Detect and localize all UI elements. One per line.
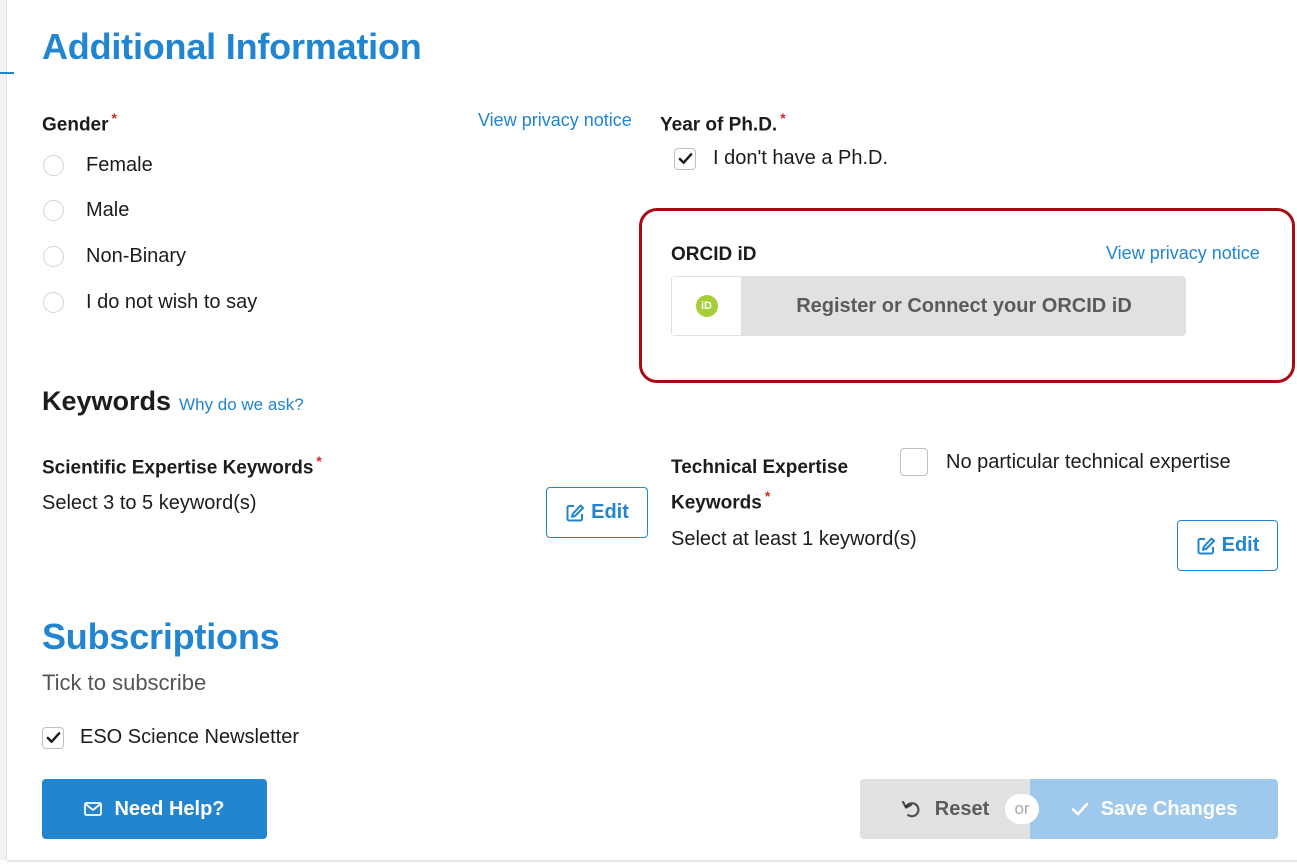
radio-label: I do not wish to say: [86, 291, 258, 313]
checkbox-box[interactable]: [674, 147, 696, 170]
phd-year-label: Year of Ph.D. *: [660, 110, 786, 136]
checkbox-box[interactable]: [42, 726, 64, 749]
radio-button[interactable]: [43, 246, 64, 267]
required-marker: *: [316, 453, 322, 469]
no-phd-label: I don't have a Ph.D.: [713, 147, 889, 169]
need-help-label: Need Help?: [114, 797, 225, 820]
edit-label: Edit: [1221, 534, 1260, 556]
gender-option-female[interactable]: Female: [43, 154, 153, 177]
orcid-icon-container: iD: [671, 276, 742, 336]
keywords-why-link[interactable]: Why do we ask?: [179, 395, 304, 415]
orcid-connect-label: Register or Connect your ORCID iD: [796, 294, 1132, 317]
scientific-keywords-edit-button[interactable]: Edit: [546, 487, 648, 538]
scientific-keywords-label-text: Scientific Expertise Keywords: [42, 457, 314, 479]
left-panel-accent: [0, 72, 14, 74]
technical-keywords-label: Technical Expertise Keywords *: [671, 453, 848, 517]
section-title-subscriptions: Subscriptions: [42, 616, 280, 657]
newsletter-label: ESO Science Newsletter: [80, 726, 299, 748]
no-technical-expertise-checkbox[interactable]: No particular technical expertise: [900, 448, 1231, 476]
reset-label: Reset: [934, 797, 990, 820]
need-help-button[interactable]: Need Help?: [42, 779, 267, 839]
phd-year-label-text: Year of Ph.D.: [660, 114, 778, 136]
left-panel-edge: [0, 0, 7, 860]
form-actions-group: Reset Save Changes: [860, 779, 1278, 839]
required-marker: *: [764, 488, 771, 504]
radio-label: Non-Binary: [86, 245, 187, 267]
or-separator: or: [1005, 794, 1039, 824]
no-technical-expertise-label: No particular technical expertise: [946, 450, 1231, 473]
scientific-keywords-hint: Select 3 to 5 keyword(s): [42, 492, 257, 514]
gender-option-non-binary[interactable]: Non-Binary: [43, 245, 186, 268]
orcid-label: ORCID iD: [671, 244, 757, 265]
keywords-heading: Keywords Why do we ask?: [42, 386, 304, 417]
scientific-keywords-label: Scientific Expertise Keywords *: [42, 453, 322, 479]
check-icon: [46, 732, 60, 743]
orcid-icon: iD: [695, 295, 718, 317]
gender-label-text: Gender: [42, 114, 109, 136]
envelope-icon: [84, 802, 103, 816]
technical-keywords-label-line1: Technical Expertise: [671, 457, 849, 478]
technical-keywords-hint: Select at least 1 keyword(s): [671, 528, 917, 550]
check-icon: [678, 153, 692, 164]
edit-label: Edit: [591, 501, 629, 523]
gender-label: Gender *: [42, 110, 117, 136]
no-phd-checkbox[interactable]: I don't have a Ph.D.: [674, 147, 888, 170]
save-changes-button[interactable]: Save Changes: [1030, 779, 1278, 839]
required-marker: *: [111, 110, 117, 126]
undo-icon: [901, 800, 920, 818]
orcid-privacy-link[interactable]: View privacy notice: [1106, 243, 1260, 264]
radio-button[interactable]: [43, 292, 64, 313]
keywords-title: Keywords: [42, 386, 172, 416]
radio-button[interactable]: [43, 155, 64, 176]
bottom-divider: [7, 860, 1297, 862]
technical-keywords-edit-button[interactable]: Edit: [1177, 520, 1278, 571]
save-changes-label: Save Changes: [1100, 797, 1238, 820]
gender-option-no-answer[interactable]: I do not wish to say: [43, 291, 257, 314]
edit-icon: [1197, 537, 1215, 554]
gender-privacy-link[interactable]: View privacy notice: [478, 110, 632, 131]
newsletter-checkbox[interactable]: ESO Science Newsletter: [42, 726, 299, 749]
radio-button[interactable]: [43, 200, 64, 221]
technical-keywords-label-line2: Keywords: [671, 492, 762, 514]
radio-label: Female: [86, 154, 153, 176]
radio-label: Male: [86, 199, 130, 221]
gender-option-male[interactable]: Male: [43, 199, 129, 222]
checkbox-box[interactable]: [900, 448, 928, 476]
subscriptions-subtitle: Tick to subscribe: [42, 670, 207, 695]
section-title-additional-information: Additional Information: [42, 26, 422, 67]
orcid-connect-button[interactable]: iD Register or Connect your ORCID iD: [671, 276, 1186, 336]
edit-icon: [566, 504, 585, 521]
required-marker: *: [780, 110, 786, 126]
check-icon: [1071, 802, 1088, 816]
